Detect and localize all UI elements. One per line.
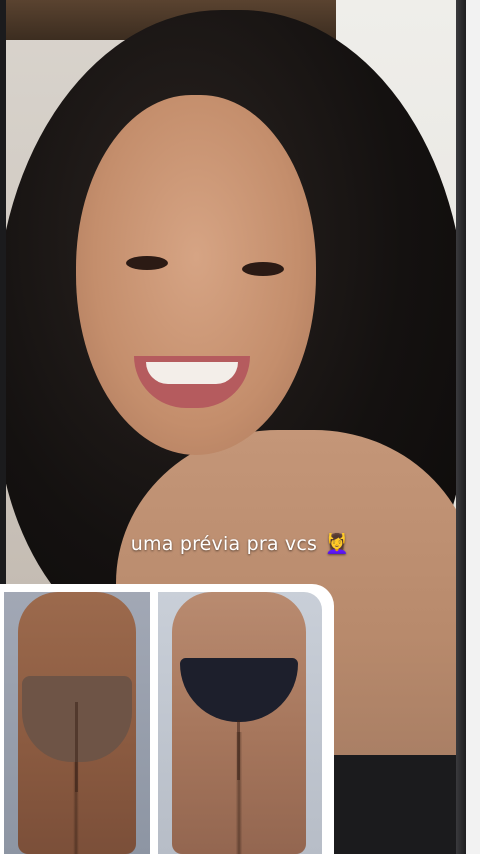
before-photo — [4, 592, 150, 854]
massage-emoji-icon: 💆‍♀️ — [325, 533, 350, 555]
caption-text: uma prévia pra vcs — [130, 533, 318, 555]
before-after-card[interactable] — [0, 584, 334, 854]
before-legs — [28, 762, 124, 854]
teeth — [146, 362, 238, 384]
right-eye — [242, 262, 284, 276]
before-torso — [18, 592, 136, 854]
card-divider — [150, 592, 158, 854]
left-eye — [126, 256, 168, 270]
edge-shadow — [456, 0, 466, 854]
story-caption: uma prévia pra vcs 💆‍♀️ — [0, 532, 480, 555]
after-legs — [184, 732, 294, 854]
story-screen: uma prévia pra vcs 💆‍♀️ — [0, 0, 480, 854]
after-photo — [158, 592, 322, 854]
after-torso — [172, 592, 306, 854]
right-edge-strip — [456, 0, 480, 854]
after-garment — [180, 658, 298, 722]
